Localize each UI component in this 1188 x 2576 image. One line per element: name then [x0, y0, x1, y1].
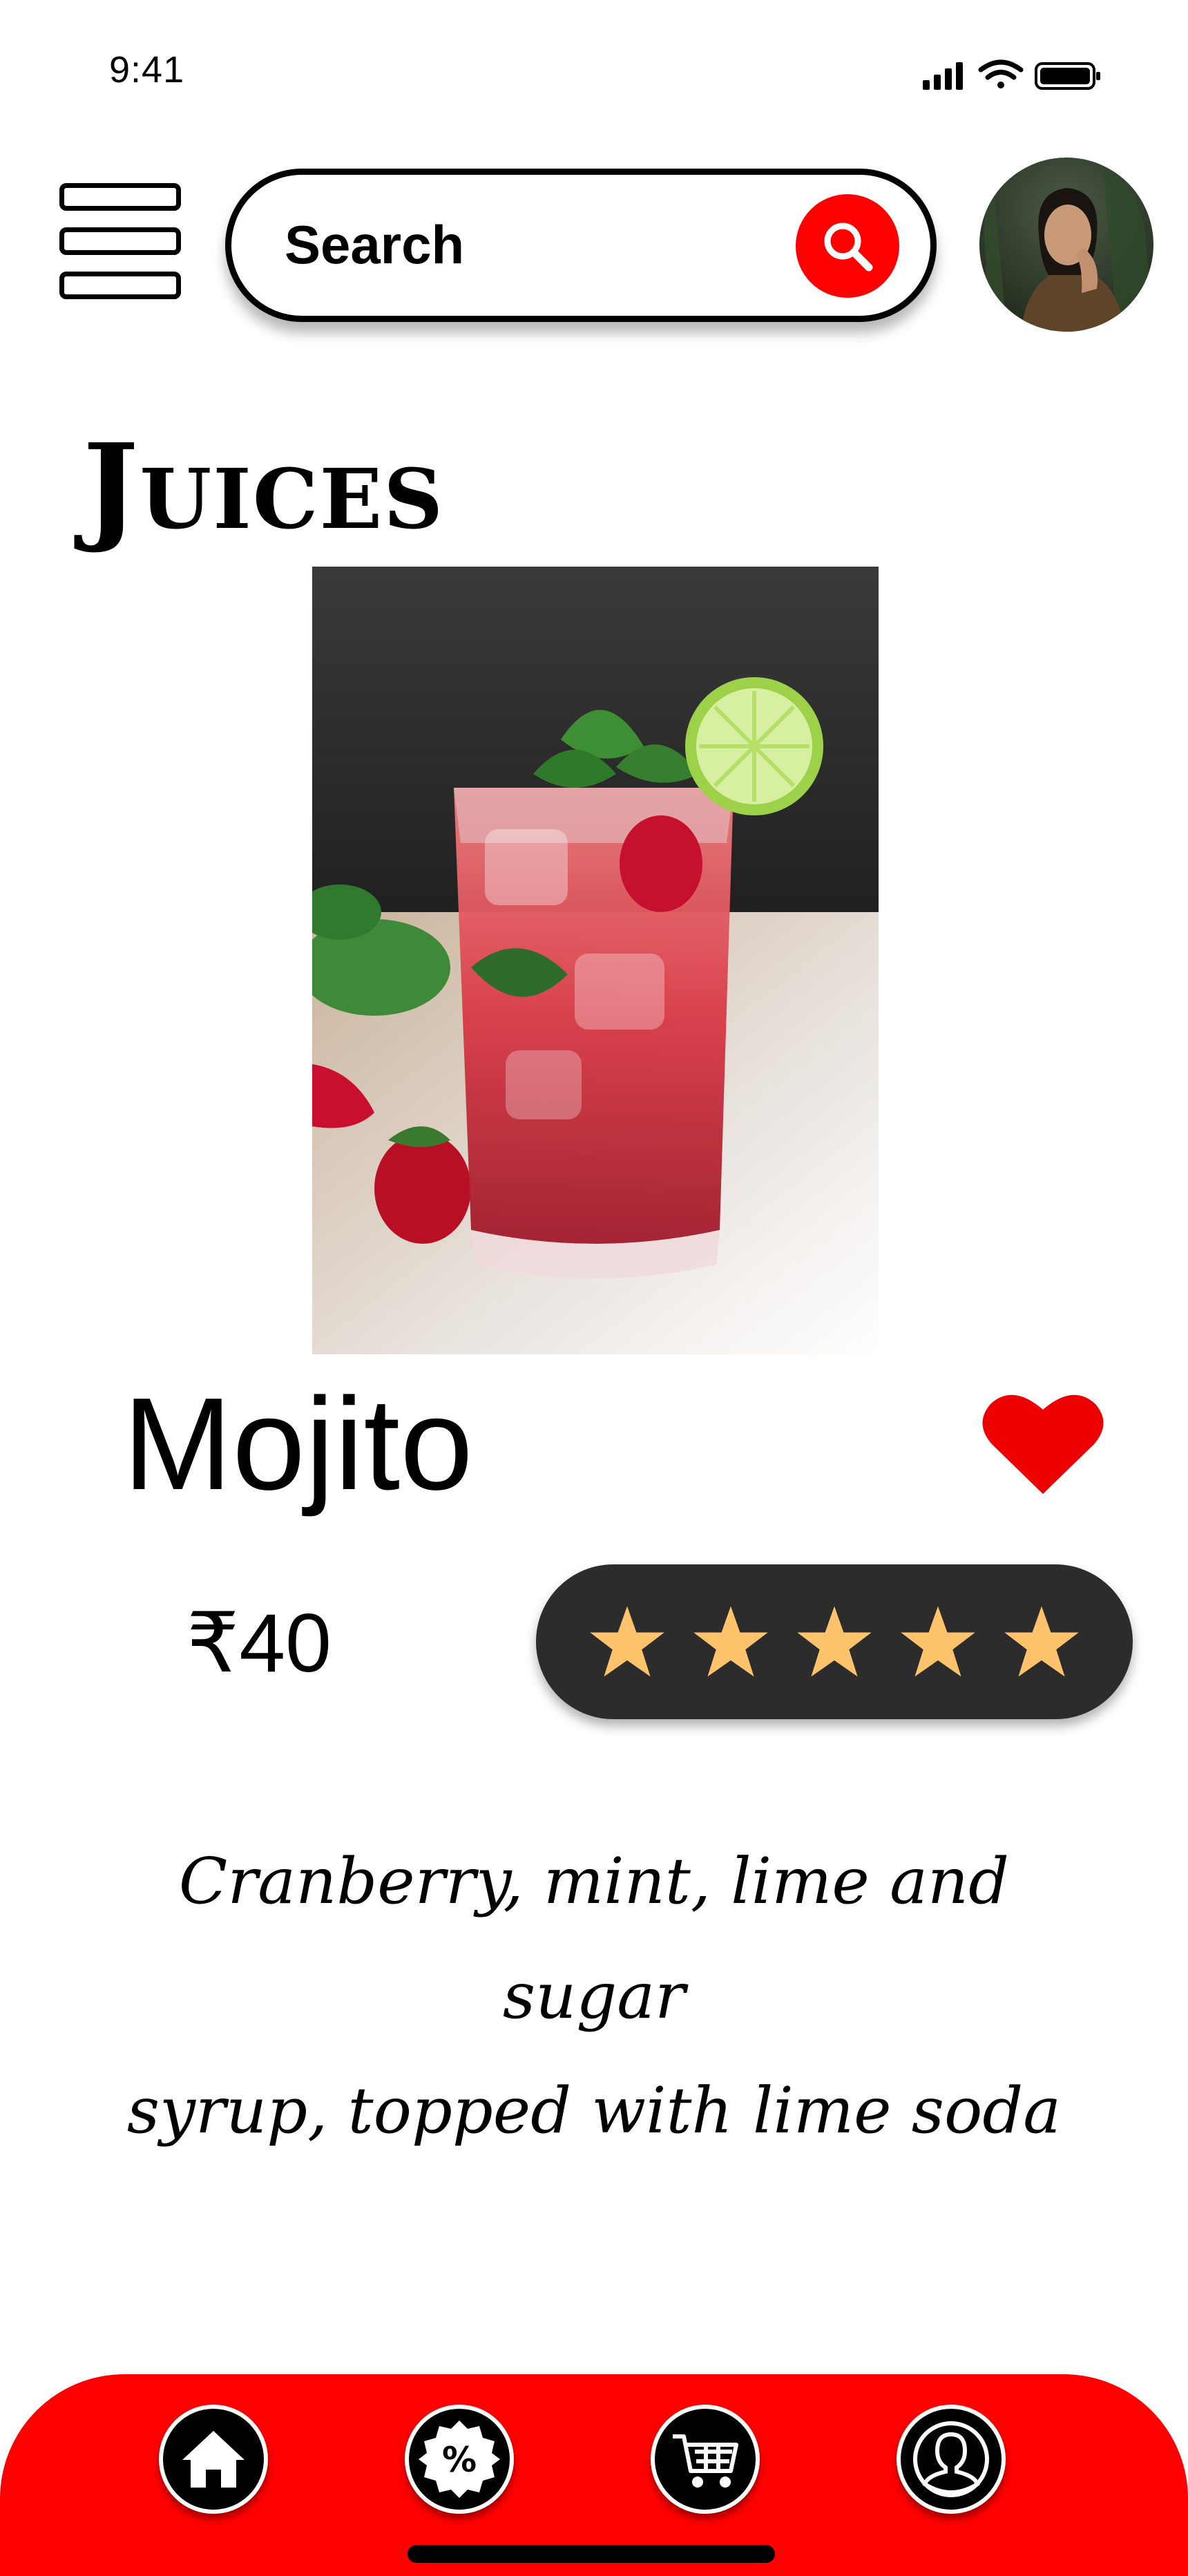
- search-button[interactable]: [796, 194, 899, 298]
- star-icon[interactable]: [796, 1604, 873, 1679]
- svg-text:%: %: [442, 2440, 477, 2480]
- nav-home-button[interactable]: [159, 2405, 268, 2514]
- signal-icon: [923, 62, 963, 90]
- star-icon[interactable]: [899, 1604, 977, 1679]
- star-icon[interactable]: [588, 1604, 666, 1679]
- product-price: ₹40: [186, 1597, 332, 1689]
- avatar[interactable]: [979, 158, 1153, 332]
- search-input[interactable]: [283, 209, 769, 280]
- description-line: Cranberry, mint, lime and sugar: [178, 1844, 1010, 2033]
- status-time: 9:41: [109, 49, 185, 91]
- search-bar: [225, 169, 937, 322]
- menu-bar-icon: [59, 272, 181, 299]
- wifi-icon: [978, 59, 1024, 88]
- status-icons: [919, 57, 1105, 91]
- menu-bar-icon: [59, 183, 181, 211]
- category-title: Juices: [83, 418, 445, 556]
- search-icon: [824, 222, 873, 272]
- nav-profile-button[interactable]: [897, 2405, 1006, 2514]
- product-description: Cranberry, mint, lime and sugar syrup, t…: [104, 1824, 1084, 2168]
- menu-bar-icon: [59, 227, 181, 255]
- star-icon[interactable]: [692, 1604, 769, 1679]
- cart-icon: [673, 2434, 738, 2488]
- product-name: Mojito: [123, 1371, 473, 1517]
- rating-stars[interactable]: [536, 1564, 1133, 1719]
- home-icon: [182, 2431, 245, 2488]
- battery-icon: [1035, 62, 1100, 90]
- nav-offers-button[interactable]: %: [405, 2405, 514, 2514]
- nav-cart-button[interactable]: [651, 2405, 760, 2514]
- favorite-button[interactable]: [979, 1389, 1106, 1499]
- product-image: [312, 567, 879, 1354]
- profile-icon: [913, 2421, 989, 2497]
- star-icon[interactable]: [1003, 1604, 1080, 1679]
- description-line: syrup, topped with lime soda: [126, 2074, 1062, 2148]
- menu-button[interactable]: [59, 183, 188, 307]
- discount-icon: %: [419, 2421, 500, 2498]
- heart-icon: [982, 1394, 1104, 1494]
- home-indicator[interactable]: [408, 2545, 775, 2563]
